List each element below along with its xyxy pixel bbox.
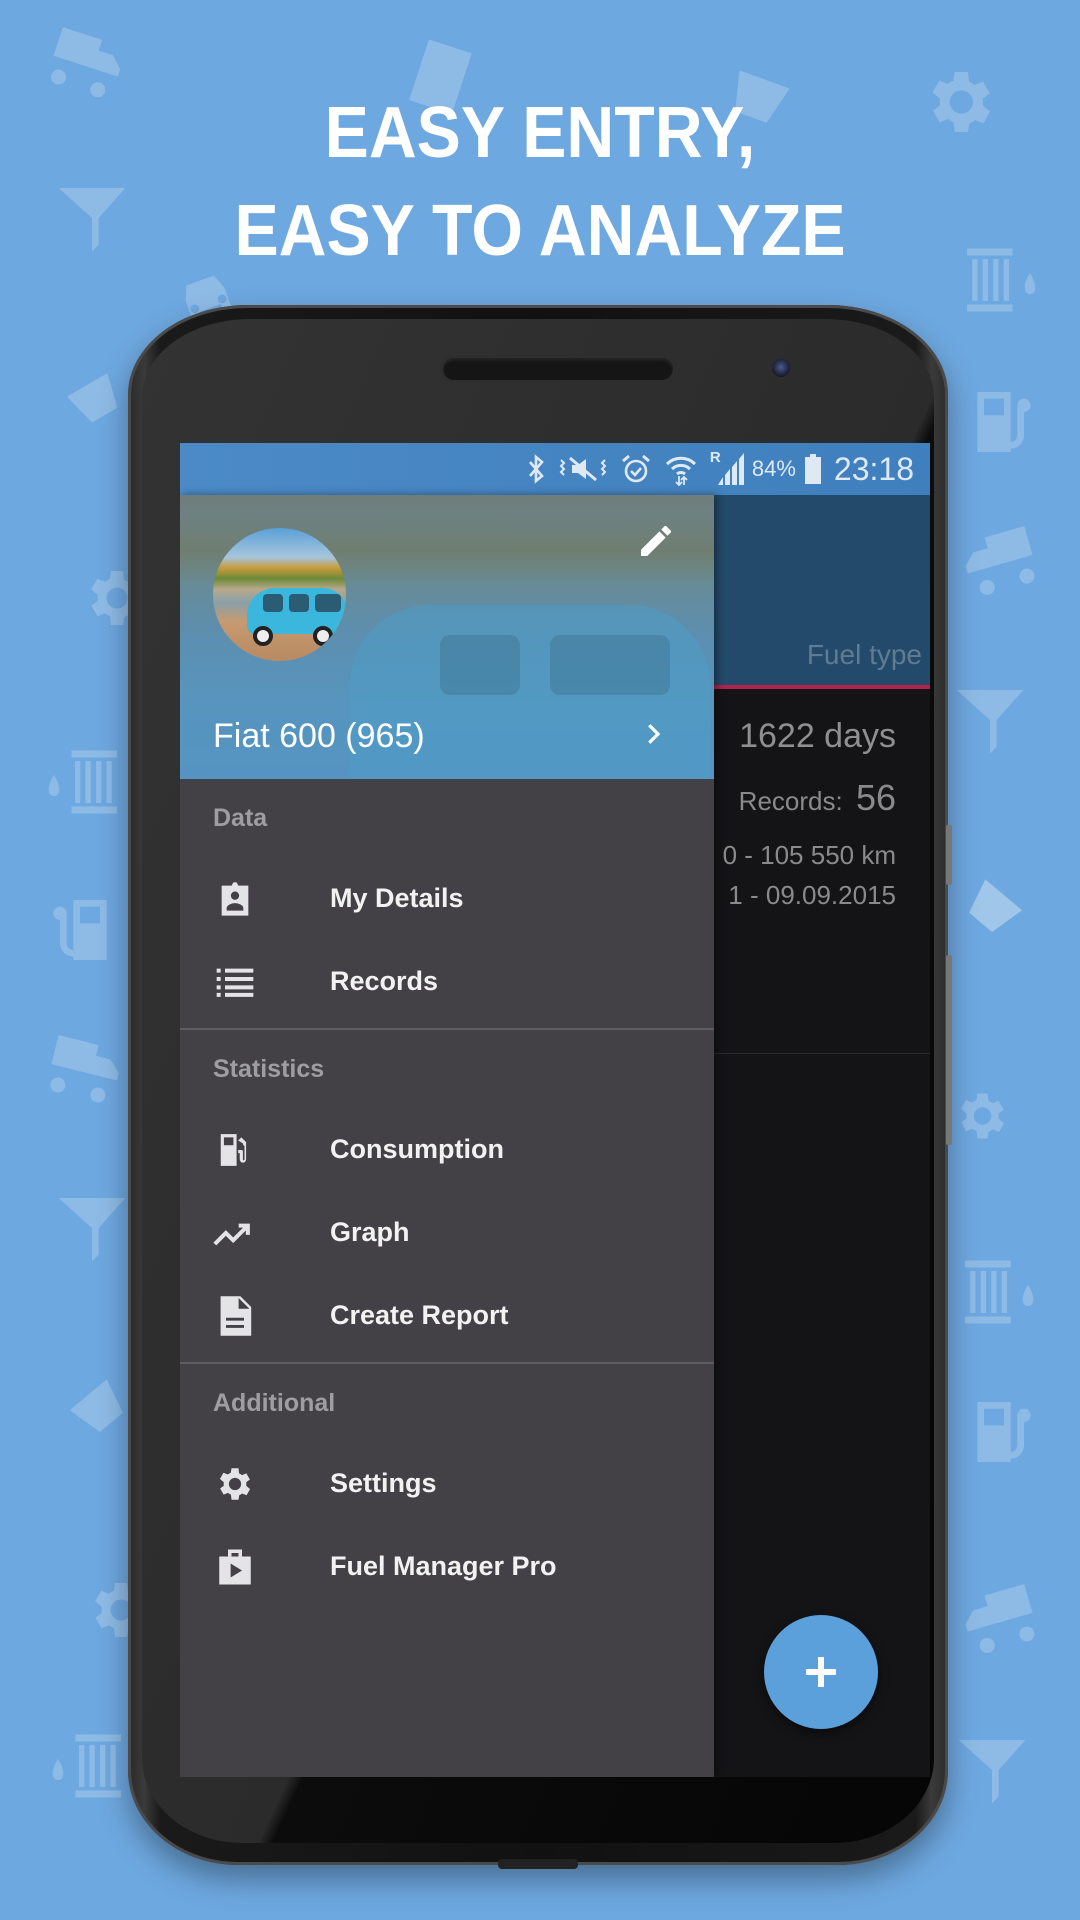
roaming-indicator: R xyxy=(709,449,721,466)
headline-line-1: EASY ENTRY, xyxy=(324,93,756,173)
funnel-icon xyxy=(950,680,1030,760)
fuel-pump-icon xyxy=(964,1392,1044,1472)
menu-item-label: Records xyxy=(330,966,439,996)
menu-item-fuel-manager-pro[interactable]: Fuel Manager Pro xyxy=(180,1525,714,1608)
signal-roaming-icon: R xyxy=(710,449,744,485)
plus-icon xyxy=(806,1657,836,1687)
navigation-drawer: Fiat 600 (965) Data My Details Records S… xyxy=(180,495,714,1777)
front-camera xyxy=(772,359,790,377)
menu-item-label: Settings xyxy=(330,1468,437,1498)
duration-value: 1622 days xyxy=(739,717,896,755)
gear-icon xyxy=(213,1462,257,1506)
radiator-drop-icon xyxy=(44,1724,128,1808)
records-count: 56 xyxy=(855,777,896,818)
section-label-statistics: Statistics xyxy=(213,1054,325,1083)
menu-item-label: My Details xyxy=(330,883,464,913)
phone-face: R 84% 23:18 Fuel type 1622 days Records:… xyxy=(142,319,934,1843)
bluetooth-icon xyxy=(526,454,546,484)
avatar-car-wheel xyxy=(313,626,333,646)
edit-vehicle-button[interactable] xyxy=(636,521,676,561)
records-summary: Records: 56 xyxy=(723,777,896,819)
truck-icon xyxy=(939,501,1056,614)
usb-port xyxy=(498,1859,578,1869)
menu-item-create-report[interactable]: Create Report xyxy=(180,1274,714,1357)
drawer-header[interactable]: Fiat 600 (965) xyxy=(180,495,714,779)
wifi-icon xyxy=(664,452,698,486)
header-background-window xyxy=(550,635,670,695)
status-clock: 23:18 xyxy=(833,450,914,487)
truck-icon xyxy=(939,1559,1056,1672)
section-label-additional: Additional xyxy=(213,1388,336,1417)
menu-item-consumption[interactable]: Consumption xyxy=(180,1108,714,1191)
vehicle-summary: 1622 days Records: 56 0 - 105 550 km 1 -… xyxy=(723,713,896,915)
contact-badge-icon xyxy=(213,877,257,921)
fuel-pump-icon xyxy=(213,1128,257,1172)
pencil-icon xyxy=(641,525,671,556)
promo-headline: EASY ENTRY, EASY TO ANALYZE xyxy=(43,84,1037,280)
vehicle-name: Fiat 600 (965) xyxy=(213,717,425,755)
section-label-data: Data xyxy=(213,803,268,832)
date-range: 1 - 09.09.2015 xyxy=(728,880,896,910)
menu-item-my-details[interactable]: My Details xyxy=(180,857,714,940)
menu-item-label: Create Report xyxy=(330,1300,509,1330)
avatar-car-window xyxy=(315,594,341,612)
document-icon xyxy=(213,1294,257,1338)
menu-item-graph[interactable]: Graph xyxy=(180,1191,714,1274)
alarm-icon xyxy=(620,453,652,485)
vibrate-mute-icon xyxy=(558,454,608,484)
avatar-car-window xyxy=(263,594,283,612)
menu-item-records[interactable]: Records xyxy=(180,940,714,1023)
funnel-icon xyxy=(52,1188,132,1268)
truck-icon xyxy=(29,1010,144,1121)
records-label: Records: xyxy=(738,786,843,816)
volume-button xyxy=(946,955,952,1145)
add-record-button[interactable] xyxy=(764,1615,878,1729)
phone-device: R 84% 23:18 Fuel type 1622 days Records:… xyxy=(128,305,952,1869)
trending-up-icon xyxy=(213,1211,257,1255)
funnel-icon xyxy=(952,1730,1032,1810)
phone-screen: R 84% 23:18 Fuel type 1622 days Records:… xyxy=(180,443,930,1777)
vehicle-avatar[interactable] xyxy=(213,528,346,661)
battery-percent: 84% xyxy=(751,456,796,481)
vehicle-selector-button[interactable] xyxy=(638,719,668,749)
status-bar: R 84% 23:18 xyxy=(180,443,930,495)
menu-item-label: Graph xyxy=(330,1217,410,1247)
menu-item-settings[interactable]: Settings xyxy=(180,1442,714,1525)
odometer-range: 0 - 105 550 km xyxy=(722,840,896,870)
radiator-drop-icon xyxy=(958,1250,1042,1334)
avatar-car-window xyxy=(289,594,309,612)
earpiece-speaker xyxy=(440,355,676,383)
avatar-car-wheel xyxy=(253,626,273,646)
power-button xyxy=(946,825,952,885)
fuel-pump-icon xyxy=(40,890,120,970)
headline-line-2: EASY TO ANALYZE xyxy=(234,191,846,271)
play-store-bag-icon xyxy=(213,1545,257,1589)
menu-item-label: Consumption xyxy=(330,1134,504,1164)
bucket-icon xyxy=(45,347,141,443)
fuel-type-tab[interactable]: Fuel type xyxy=(807,639,922,671)
chevron-right-icon xyxy=(648,724,661,744)
fuel-pump-icon xyxy=(964,382,1044,462)
header-background-window xyxy=(440,635,520,695)
menu-item-label: Fuel Manager Pro xyxy=(330,1551,557,1581)
battery-icon xyxy=(804,454,822,484)
list-icon xyxy=(213,960,257,1004)
bucket-icon xyxy=(945,853,1046,954)
radiator-drop-icon xyxy=(40,740,124,824)
gear-icon xyxy=(950,1080,1010,1152)
